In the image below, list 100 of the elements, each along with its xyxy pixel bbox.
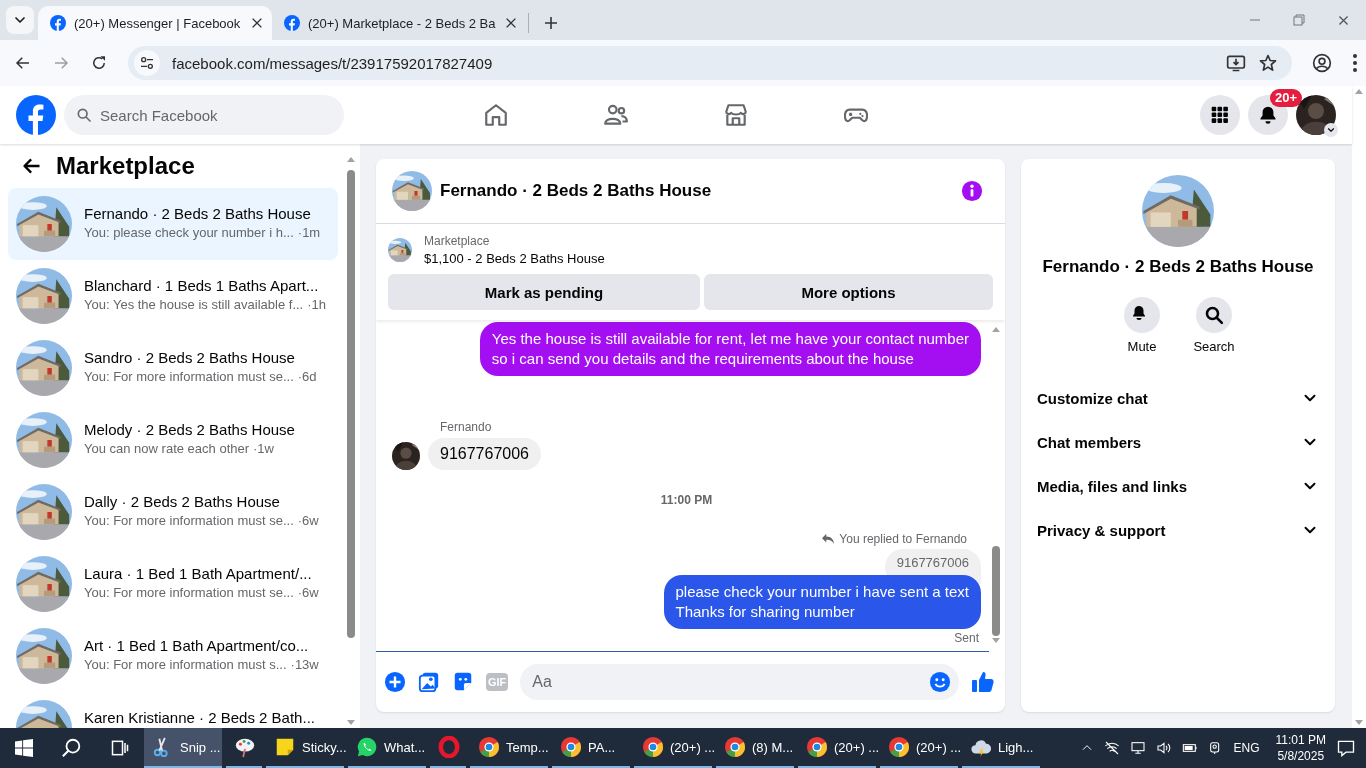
browser-icon [642, 736, 664, 758]
menu-button[interactable] [1200, 95, 1240, 135]
search-button[interactable]: Search [1190, 297, 1238, 354]
message-time: ·6d [297, 369, 317, 384]
taskbar-button[interactable]: (20+) ... [634, 728, 712, 768]
message-time: ·6w [297, 513, 319, 528]
close-icon[interactable] [1337, 13, 1350, 27]
listing-title: $1,100 - 2 Beds 2 Baths House [424, 251, 605, 266]
chevron-down-icon[interactable] [1326, 125, 1336, 135]
back-arrow-icon[interactable] [22, 156, 42, 176]
message-timestamp: 11:00 PM [660, 492, 713, 508]
conversation-item[interactable]: Art · 1 Bed 1 Bath Apartment/co... You: For more information must s... ·13w [8, 620, 338, 692]
store-icon[interactable] [723, 102, 749, 128]
search-field[interactable]: Search Facebook [64, 95, 344, 135]
mute-button[interactable]: Mute [1118, 297, 1166, 354]
conversation-item[interactable]: Blanchard · 1 Beds 1 Baths Apart... You: Yes the house is still available f... ·1h [8, 260, 338, 332]
note-icon [274, 736, 296, 758]
site-settings-icon[interactable] [139, 55, 155, 71]
taskbar-button[interactable]: (20+) ... [798, 728, 876, 768]
network-icon[interactable] [1103, 740, 1120, 756]
section-header[interactable]: Chat members [1029, 420, 1327, 464]
plus-icon[interactable] [542, 15, 559, 31]
taskbar-button[interactable]: Ligh... [962, 728, 1040, 768]
emoji-icon[interactable] [929, 671, 951, 693]
scrollbar-thumb[interactable] [347, 170, 355, 638]
notification-badge: 20+ [1270, 89, 1303, 107]
install-icon[interactable] [1226, 53, 1246, 73]
message-time: ·1w [253, 441, 274, 456]
image-icon[interactable] [418, 671, 440, 693]
message-time: ·1h [307, 297, 327, 312]
bell-icon [1124, 297, 1160, 333]
section-header[interactable]: Customize chat [1029, 376, 1327, 420]
reply-icon [821, 533, 836, 545]
browser-tab[interactable]: (20+) Messenger | Facebook [38, 6, 272, 40]
message-preview: You: please check your number i h... [84, 225, 294, 240]
conversation-item[interactable]: Dally · 2 Beds 2 Baths House You: For more information must se... ·6w [8, 476, 338, 548]
taskbar-button[interactable]: What... [348, 728, 426, 768]
plus-circle-icon[interactable] [384, 671, 406, 693]
message-preview: You can now rate each other [84, 441, 250, 456]
taskbar-button[interactable]: Temp... [470, 728, 548, 768]
conversation-title: Art · 1 Bed 1 Bath Apartment/co... [84, 637, 310, 654]
search-icon[interactable] [61, 737, 83, 759]
taskbar-button[interactable]: (20+) ... [880, 728, 958, 768]
conversation-item[interactable]: Sandro · 2 Beds 2 Baths House You: For more information must se... ·6d [8, 332, 338, 404]
speaker-icon[interactable] [1155, 740, 1172, 756]
reload-icon[interactable] [90, 54, 108, 72]
message-preview: You: Yes the house is still available f... [84, 297, 304, 312]
message-preview: You: For more information must se... [84, 513, 294, 528]
message-time: ·1m [297, 225, 321, 240]
taskbar-button[interactable]: (8) M... [716, 728, 794, 768]
message-preview: You: For more information must se... [84, 585, 294, 600]
close-icon[interactable] [250, 16, 264, 30]
info-icon[interactable] [961, 180, 983, 202]
notifications-icon[interactable] [1336, 738, 1356, 758]
logo-icon[interactable] [16, 95, 56, 135]
action-button[interactable]: Mark as pending [388, 274, 700, 310]
language-indicator[interactable]: ENG [1233, 741, 1260, 755]
search-icon [76, 107, 92, 123]
browser-icon [724, 736, 746, 758]
task-view-icon[interactable] [110, 738, 130, 758]
palette-icon [234, 736, 256, 758]
taskbar-button[interactable]: Sticky... [266, 728, 344, 768]
star-icon[interactable] [1258, 53, 1278, 73]
monitor-icon[interactable] [1129, 740, 1146, 756]
more-icon[interactable] [1352, 53, 1358, 73]
conversation-title: Fernando · 2 Beds 2 Baths House [84, 205, 312, 222]
search-icon [1196, 297, 1232, 333]
ring-icon [438, 736, 460, 758]
home-icon[interactable] [483, 102, 509, 128]
sticker-icon[interactable] [452, 671, 474, 693]
conversation-item[interactable]: Fernando · 2 Beds 2 Baths House You: please check your number i h... ·1m [8, 188, 338, 260]
message-bubble: 9167767006 [428, 438, 541, 470]
thumbs-up-icon[interactable] [971, 670, 995, 694]
conversation-title: Sandro · 2 Beds 2 Baths House [84, 349, 296, 366]
sidebar-title: Marketplace [56, 152, 195, 180]
back-icon[interactable] [14, 54, 32, 72]
profile-icon[interactable] [1312, 53, 1332, 73]
scrollbar-thumb[interactable] [992, 546, 1000, 636]
tab-search-button[interactable] [6, 6, 34, 34]
address-field[interactable]: facebook.com/messages/t/23917592017827409 [128, 46, 1292, 80]
people-icon[interactable] [603, 102, 629, 128]
grid-icon [1210, 105, 1230, 125]
message-preview: You: For more information must se... [84, 369, 294, 384]
browser-icon [560, 736, 582, 758]
taskbar-button[interactable]: Snip ... [144, 728, 222, 768]
action-button[interactable]: More options [704, 274, 993, 310]
taskbar-button[interactable]: PA... [552, 728, 630, 768]
bell-icon [1258, 105, 1278, 125]
conversation-title: Blanchard · 1 Beds 1 Baths Apart... [84, 277, 320, 294]
browser-tab[interactable]: (20+) Marketplace - 2 Beds 2 Ba [272, 6, 526, 40]
clock[interactable]: 11:01 PM 5/8/2025 [1275, 732, 1326, 764]
sender-name: Fernando [440, 420, 493, 434]
message-bubble: please check your number i have sent a text Thanks for sharing number [663, 575, 981, 629]
conversation-item[interactable]: Laura · 1 Bed 1 Bath Apartment/... You: For more information must se... ·6w [8, 548, 338, 620]
message-bubble: Yes the house is still available for rent, let me have your contact number so i can send you details and the requirements about the house [479, 322, 981, 376]
start-icon[interactable] [15, 739, 33, 757]
section-header[interactable]: Media, files and links [1029, 464, 1327, 508]
message-field[interactable]: Aa [520, 664, 959, 700]
section-header[interactable]: Privacy & support [1029, 508, 1327, 552]
conversation-item[interactable]: Melody · 2 Beds 2 Baths House You can now rate each other ·1w [8, 404, 338, 476]
